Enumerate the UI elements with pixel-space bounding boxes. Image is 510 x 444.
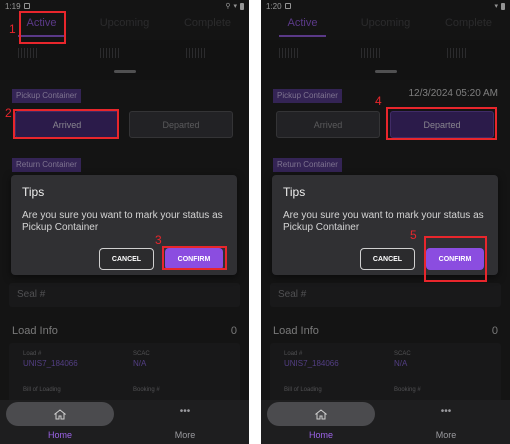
nav-home-pill	[6, 402, 114, 426]
home-icon	[54, 408, 66, 419]
nav-home-pill	[267, 402, 375, 426]
home-icon	[315, 408, 327, 419]
annotation-step-1: 1	[9, 22, 16, 36]
dialog-title: Tips	[22, 185, 45, 199]
nav-home-label: Home	[308, 430, 333, 440]
annotation-step-4: 4	[375, 94, 382, 108]
dialog-message: Are you sure you want to mark your statu…	[22, 210, 223, 233]
more-dots-icon: •••	[179, 406, 191, 417]
nav-home[interactable]: Home	[0, 400, 120, 444]
nav-more[interactable]: ••• More	[125, 400, 245, 444]
cancel-button[interactable]: CANCEL	[360, 248, 415, 270]
nav-more-label: More	[435, 430, 457, 440]
dialog-title: Tips	[283, 185, 306, 199]
annotation-step-3: 3	[155, 233, 162, 247]
nav-home[interactable]: Home	[261, 400, 381, 444]
more-dots-icon: •••	[440, 406, 452, 417]
nav-home-label: Home	[47, 430, 72, 440]
annotation-step-2: 2	[5, 106, 12, 120]
tips-dialog: Tips Are you sure you want to mark your …	[11, 175, 237, 275]
nav-more[interactable]: ••• More	[386, 400, 506, 444]
nav-more-label: More	[174, 430, 196, 440]
tips-dialog: Tips Are you sure you want to mark your …	[272, 175, 498, 275]
confirm-button[interactable]: CONFIRM	[165, 248, 223, 270]
bottom-nav: Home ••• More	[0, 400, 249, 444]
phone-screen-right: 1:20 ▾ Active Upcoming Complete Pickup C…	[261, 0, 510, 444]
confirm-button[interactable]: CONFIRM	[426, 248, 484, 270]
phone-screen-left: 1:19 ⚲ ▾ Active Upcoming Complete Pickup…	[0, 0, 249, 444]
dialog-message: Are you sure you want to mark your statu…	[283, 210, 484, 233]
cancel-button[interactable]: CANCEL	[99, 248, 154, 270]
bottom-nav: Home ••• More	[261, 400, 510, 444]
annotation-step-5: 5	[410, 228, 417, 242]
